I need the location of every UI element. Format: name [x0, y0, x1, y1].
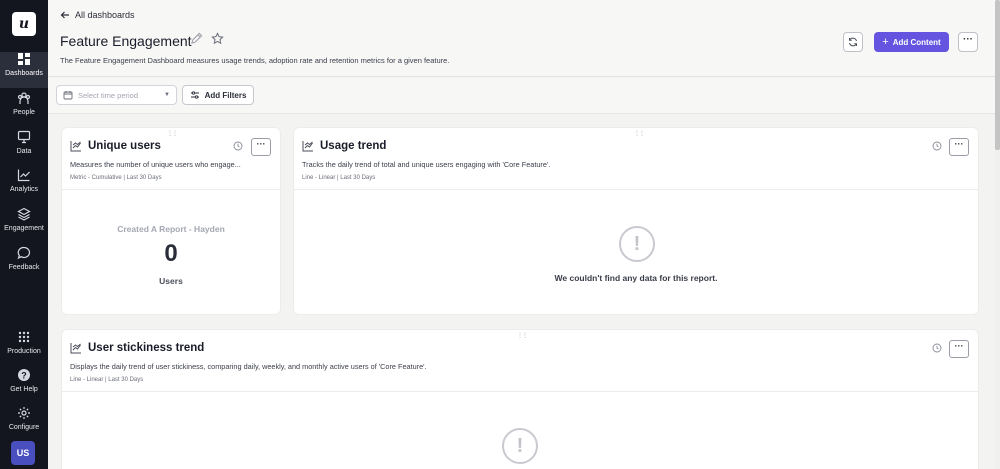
- arrow-left-icon: [60, 10, 70, 20]
- metric-value: 0: [62, 240, 280, 268]
- time-period-placeholder: Select time period: [78, 91, 138, 100]
- metric-unit: Users: [62, 276, 280, 286]
- line-chart-icon: [70, 140, 82, 152]
- card-description: Measures the number of unique users who …: [70, 160, 270, 169]
- card-more-button[interactable]: ···: [251, 138, 271, 156]
- sidebar-item-label: Dashboards: [0, 70, 48, 77]
- dashboard-more-button[interactable]: ···: [958, 32, 978, 52]
- gear-icon: [17, 406, 31, 420]
- add-content-button[interactable]: + Add Content: [874, 32, 949, 52]
- sidebar-item-get-help[interactable]: ? Get Help: [0, 368, 48, 404]
- sidebar-item-engagement[interactable]: Engagement: [0, 207, 48, 243]
- filter-bar: Select time period ▼ Add Filters: [48, 78, 995, 114]
- analytics-icon: [17, 168, 31, 182]
- clock-icon[interactable]: [932, 343, 942, 353]
- engagement-icon: [17, 207, 31, 221]
- line-chart-icon: [302, 140, 314, 152]
- sidebar-item-dashboards[interactable]: Dashboards: [0, 52, 48, 88]
- svg-text:?: ?: [21, 371, 27, 381]
- card-title: Usage trend: [320, 140, 386, 152]
- grid-icon: [17, 330, 31, 344]
- sidebar-item-label: Engagement: [0, 225, 48, 232]
- metric-label: Created A Report - Hayden: [62, 224, 280, 234]
- sidebar-item-label: Get Help: [0, 386, 48, 393]
- card-usage-trend: ⋮⋮ Usage trend ··· Tracks the daily tren…: [293, 127, 979, 315]
- add-filters-button[interactable]: Add Filters: [182, 85, 254, 105]
- user-avatar[interactable]: US: [11, 441, 35, 465]
- empty-state-message: We couldn't find any data for this repor…: [294, 273, 978, 283]
- card-user-stickiness-trend: ⋮⋮ User stickiness trend ··· Displays th…: [61, 329, 979, 469]
- sidebar-item-analytics[interactable]: Analytics: [0, 168, 48, 204]
- card-more-button[interactable]: ···: [949, 138, 969, 156]
- star-icon[interactable]: [211, 32, 224, 45]
- card-description: Tracks the daily trend of total and uniq…: [302, 160, 550, 169]
- sidebar-item-feedback[interactable]: Feedback: [0, 246, 48, 282]
- clock-icon[interactable]: [932, 141, 942, 151]
- sidebar-item-production[interactable]: Production: [0, 330, 48, 366]
- card-more-button[interactable]: ···: [949, 340, 969, 358]
- card-unique-users: ⋮⋮ Unique users ··· Measures the number …: [61, 127, 281, 315]
- card-title: User stickiness trend: [88, 342, 204, 354]
- sidebar-item-label: Data: [0, 148, 48, 155]
- sidebar-item-label: Production: [0, 348, 48, 355]
- time-period-select[interactable]: Select time period ▼: [56, 85, 177, 105]
- help-icon: ?: [17, 368, 31, 382]
- caret-down-icon: ▼: [164, 92, 170, 98]
- sidebar-item-label: People: [0, 109, 48, 116]
- page-description: The Feature Engagement Dashboard measure…: [60, 56, 449, 65]
- warning-icon: !: [619, 226, 655, 262]
- sidebar-item-data[interactable]: Data: [0, 130, 48, 166]
- feedback-icon: [17, 246, 31, 260]
- card-meta: Line - Linear | Last 30 Days: [302, 175, 375, 181]
- calendar-icon: [63, 90, 73, 100]
- refresh-icon: [848, 37, 858, 47]
- back-link[interactable]: All dashboards: [60, 10, 135, 20]
- sidebar-item-configure[interactable]: Configure: [0, 406, 48, 442]
- card-meta: Metric - Cumulative | Last 30 Days: [70, 175, 162, 181]
- sidebar-item-label: Configure: [0, 424, 48, 431]
- card-title: Unique users: [88, 140, 161, 152]
- page-title: Feature Engagement: [60, 33, 192, 49]
- sidebar: u Dashboards People Data Analytics Engag…: [0, 0, 48, 469]
- userpilot-logo[interactable]: u: [12, 12, 36, 36]
- plus-icon: +: [882, 36, 888, 48]
- people-icon: [17, 91, 31, 105]
- sidebar-item-people[interactable]: People: [0, 91, 48, 127]
- refresh-button[interactable]: [843, 32, 863, 52]
- filter-sliders-icon: [190, 90, 200, 100]
- pencil-icon[interactable]: [190, 32, 203, 45]
- dashboard-header: All dashboards Feature Engagement The Fe…: [48, 0, 995, 77]
- back-link-label: All dashboards: [75, 10, 135, 20]
- dashboard-icon: [17, 52, 31, 66]
- warning-icon: !: [502, 428, 538, 464]
- add-filters-label: Add Filters: [205, 91, 247, 100]
- scrollbar-thumb[interactable]: [995, 0, 1000, 150]
- sidebar-item-label: Feedback: [0, 264, 48, 271]
- line-chart-icon: [70, 342, 82, 354]
- add-content-label: Add Content: [893, 38, 941, 47]
- sidebar-item-label: Analytics: [0, 186, 48, 193]
- data-icon: [17, 130, 31, 144]
- card-description: Displays the daily trend of user stickin…: [70, 362, 427, 371]
- clock-icon[interactable]: [233, 141, 243, 151]
- card-meta: Line - Linear | Last 30 Days: [70, 377, 143, 383]
